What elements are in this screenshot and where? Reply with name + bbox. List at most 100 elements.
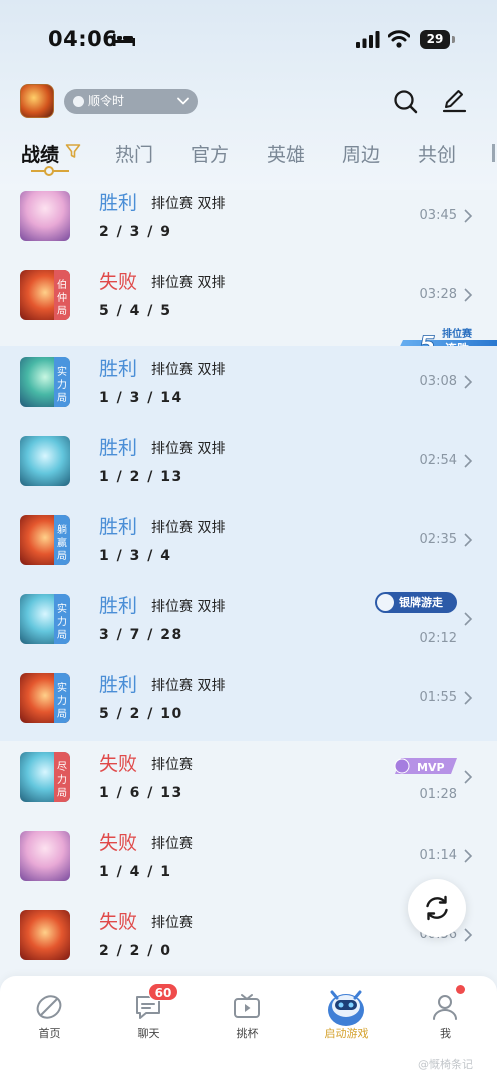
nav-me-label: 我 <box>440 1027 451 1040</box>
match-result: 失败 <box>99 832 138 854</box>
shield-icon <box>377 594 394 611</box>
match-kda: 2 / 2 / 0 <box>99 943 172 959</box>
battery-tip <box>452 36 455 43</box>
tab-cocreate[interactable]: 共创 <box>418 140 456 167</box>
me-notification-dot <box>456 985 465 994</box>
home-leaf-icon <box>36 995 62 1019</box>
match-tag: 躺赢局 <box>54 515 70 565</box>
video-tv-icon <box>234 994 260 1018</box>
hero-avatar <box>20 191 70 241</box>
battery-indicator: 29 <box>420 30 450 49</box>
match-time: 02:54 <box>419 453 457 468</box>
chevron-down-icon <box>177 97 189 105</box>
watermark: @慨椅条记 <box>418 1058 473 1071</box>
match-row[interactable]: 胜利 排位赛 双排 2 / 3 / 9 03:45 <box>0 180 497 259</box>
zone-status-dot <box>73 96 84 107</box>
hero-avatar: 伯仲局 <box>20 270 70 320</box>
tab-merch[interactable]: 周边 <box>342 140 380 167</box>
match-mode: 排位赛 双排 <box>151 441 226 457</box>
match-result: 胜利 <box>99 358 138 380</box>
match-tag: 尽力局 <box>54 752 70 802</box>
chevron-right-icon <box>464 209 473 223</box>
match-kda: 3 / 7 / 28 <box>99 627 183 643</box>
tab-record[interactable]: 战绩 <box>21 140 59 167</box>
match-row[interactable]: 伯仲局 失败 排位赛 双排 5 / 4 / 5 03:28 5 排位赛 连胜 <box>0 259 497 357</box>
refresh-button[interactable] <box>408 879 466 937</box>
nav-home-label: 首页 <box>38 1027 61 1040</box>
chevron-right-icon <box>464 928 473 942</box>
match-tag: 伯仲局 <box>54 270 70 320</box>
hero-avatar: 实力局 <box>20 673 70 723</box>
edit-pencil-icon[interactable] <box>442 88 467 113</box>
launch-game-mascot-icon[interactable] <box>323 984 369 1028</box>
streak-label-top: 排位赛 <box>442 327 473 340</box>
wifi-icon <box>388 30 410 48</box>
nav-cup-label: 挑杯 <box>236 1027 259 1040</box>
nav-home[interactable]: 首页 <box>0 976 99 1046</box>
match-time: 01:28 <box>419 787 457 802</box>
match-result: 胜利 <box>99 674 138 696</box>
match-kda: 1 / 6 / 13 <box>99 785 183 801</box>
refresh-icon <box>426 895 448 921</box>
match-time: 01:55 <box>419 690 457 705</box>
filter-icon[interactable] <box>65 143 81 159</box>
zone-label: 顺令时 <box>88 94 125 108</box>
nav-me[interactable]: 我 <box>396 976 495 1046</box>
search-icon[interactable] <box>393 89 418 114</box>
match-mode: 排位赛 双排 <box>151 196 226 212</box>
chevron-right-icon <box>464 375 473 389</box>
match-time: 03:45 <box>419 208 457 223</box>
tab-hot[interactable]: 热门 <box>115 140 153 167</box>
match-time: 03:08 <box>419 374 457 389</box>
silver-roamer-badge: 银牌游走 <box>375 592 457 613</box>
match-row[interactable]: 尽力局 失败 排位赛 1 / 6 / 13 MVP 01:28 <box>0 741 497 820</box>
match-kda: 5 / 2 / 10 <box>99 706 183 722</box>
match-time: 03:28 <box>419 287 457 302</box>
hero-avatar: 躺赢局 <box>20 515 70 565</box>
tab-overflow-edge <box>492 144 495 162</box>
match-row[interactable]: 胜利 排位赛 双排 1 / 2 / 13 02:54 <box>0 425 497 504</box>
match-kda: 1 / 2 / 13 <box>99 469 183 485</box>
hero-avatar: 实力局 <box>20 357 70 407</box>
match-time: 01:14 <box>419 848 457 863</box>
cellular-signal-icon <box>356 31 380 48</box>
match-mode: 排位赛 双排 <box>151 275 226 291</box>
match-mode: 排位赛 双排 <box>151 520 226 536</box>
hero-avatar <box>20 831 70 881</box>
match-mode: 排位赛 双排 <box>151 599 226 615</box>
match-kda: 1 / 4 / 1 <box>99 864 172 880</box>
match-row[interactable]: 实力局 胜利 排位赛 双排 5 / 2 / 10 01:55 <box>0 662 497 741</box>
nav-cup[interactable]: 挑杯 <box>198 976 297 1046</box>
match-result: 胜利 <box>99 437 138 459</box>
match-result: 失败 <box>99 753 138 775</box>
zone-selector[interactable]: 顺令时 <box>64 89 198 114</box>
chevron-right-icon <box>464 288 473 302</box>
match-mode: 排位赛 <box>151 915 193 931</box>
match-row[interactable]: 实力局 胜利 排位赛 双排 1 / 3 / 14 03:08 <box>0 346 497 425</box>
match-time: 02:35 <box>419 532 457 547</box>
match-result: 胜利 <box>99 595 138 617</box>
hero-avatar: 实力局 <box>20 594 70 644</box>
chat-unread-badge: 60 <box>148 983 178 1001</box>
match-kda: 1 / 3 / 4 <box>99 548 172 564</box>
status-time: 04:06 <box>48 27 118 51</box>
mvp-label: MVP <box>417 761 445 774</box>
match-mode: 排位赛 双排 <box>151 362 226 378</box>
match-row[interactable]: 躺赢局 胜利 排位赛 双排 1 / 3 / 4 02:35 <box>0 504 497 583</box>
tab-official[interactable]: 官方 <box>191 140 229 167</box>
match-result: 失败 <box>99 271 138 293</box>
profile-icon <box>433 995 457 1020</box>
match-time: 02:12 <box>419 631 457 646</box>
match-row[interactable]: 实力局 胜利 排位赛 双排 3 / 7 / 28 银牌游走 02:12 <box>0 583 497 662</box>
match-result: 失败 <box>99 911 138 933</box>
chevron-right-icon <box>464 533 473 547</box>
tab-hero[interactable]: 英雄 <box>267 140 305 167</box>
chevron-right-icon <box>464 612 473 626</box>
silver-badge-label: 银牌游走 <box>399 596 443 609</box>
game-switch-avatar[interactable] <box>20 84 54 118</box>
match-mode: 排位赛 <box>151 757 193 773</box>
match-result: 胜利 <box>99 192 138 214</box>
hero-avatar <box>20 910 70 960</box>
chevron-right-icon <box>464 691 473 705</box>
tab-indicator-dot <box>44 166 54 176</box>
